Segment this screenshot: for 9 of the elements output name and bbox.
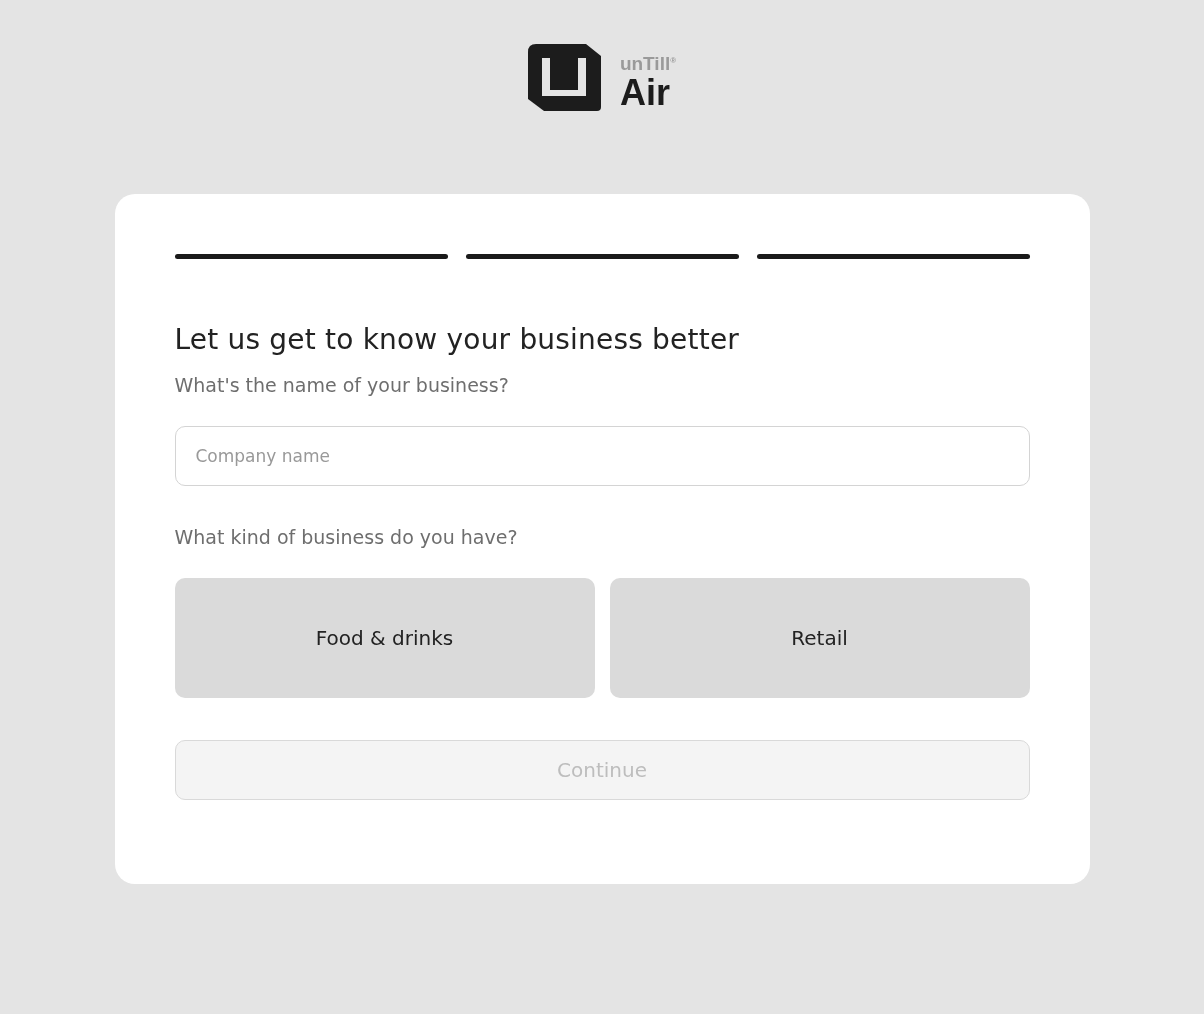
logo-brand-text: unTill$^{®}$ bbox=[619, 54, 677, 73]
logo-product-text: Air bbox=[619, 75, 671, 111]
business-type-option[interactable]: Retail bbox=[609, 578, 1030, 698]
question-text: What kind of business do you have? bbox=[174, 526, 519, 548]
logo-icon bbox=[527, 44, 601, 111]
question-text: What's the name of your business? bbox=[174, 374, 510, 396]
company-name-field[interactable]: Company name bbox=[174, 426, 1030, 486]
business-type-option[interactable]: Food & drinks bbox=[174, 578, 595, 698]
heading: Let us get to know your business better bbox=[174, 323, 741, 356]
